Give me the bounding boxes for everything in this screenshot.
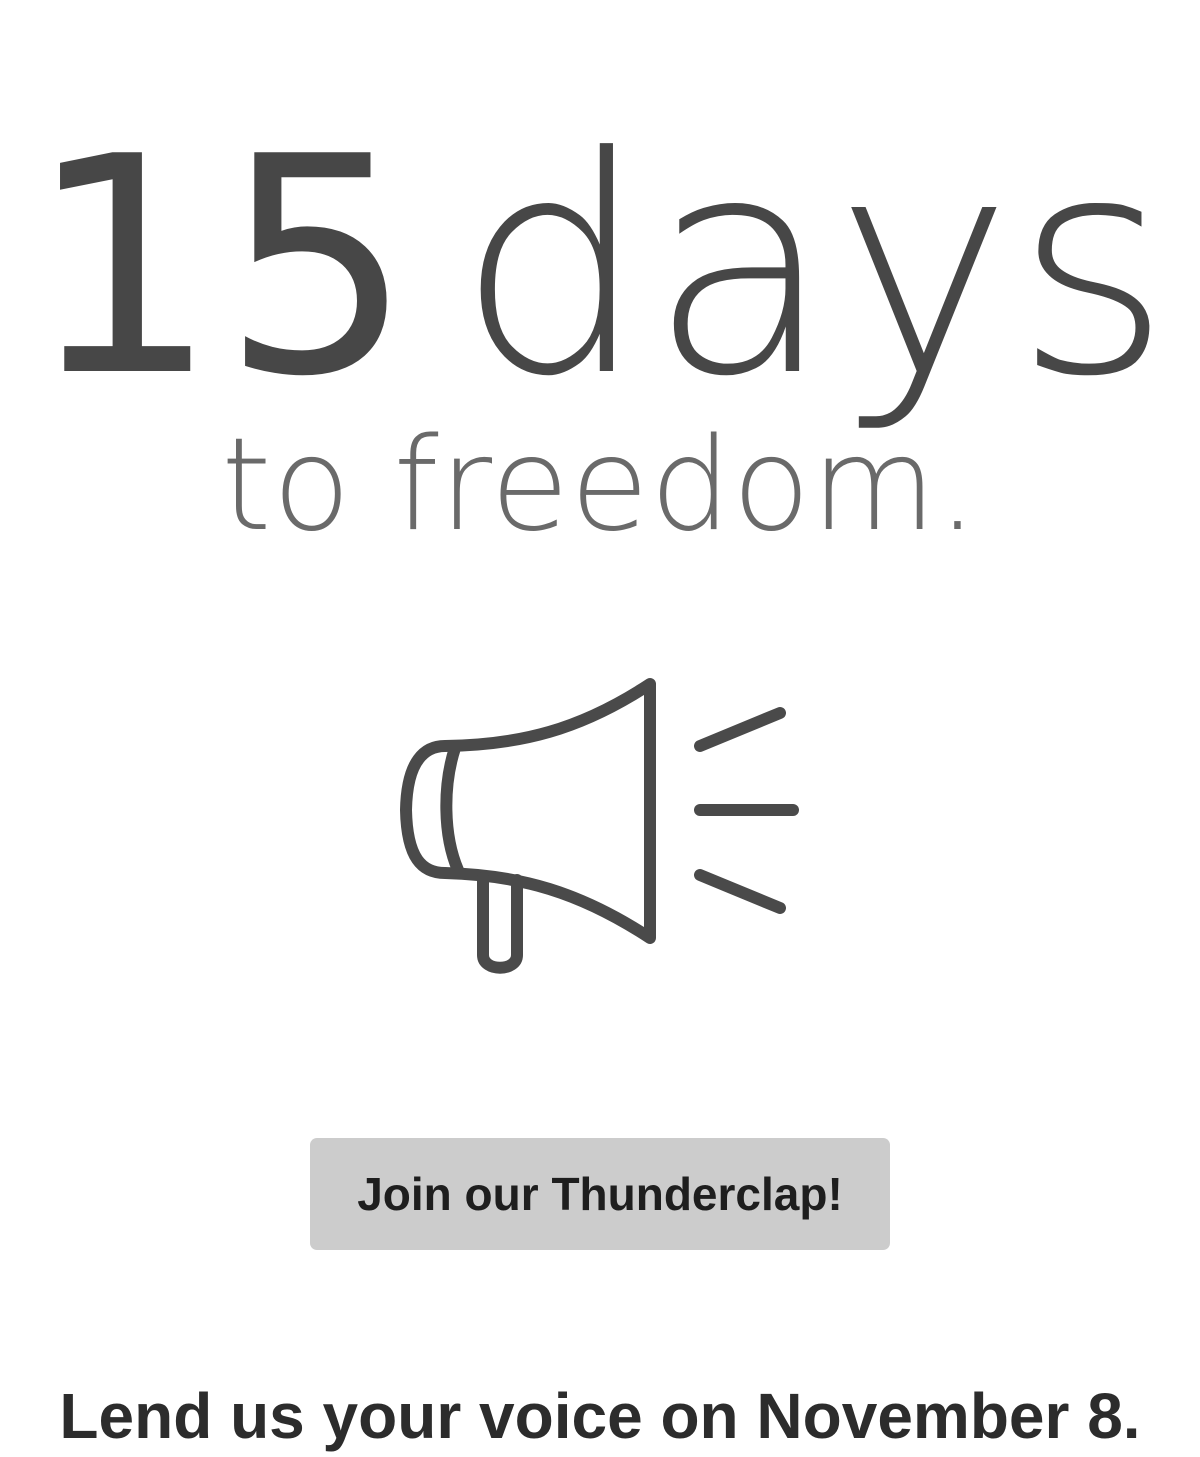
megaphone-icon <box>400 678 799 974</box>
countdown-number: 15 <box>27 93 417 442</box>
countdown-unit: days <box>456 93 1173 442</box>
tagline: Lend us your voice on November 8. <box>59 1380 1141 1452</box>
join-thunderclap-button[interactable]: Join our Thunderclap! <box>310 1138 890 1250</box>
countdown-headline: 15 days <box>0 118 1200 418</box>
countdown-subtitle: to freedom. <box>221 411 979 560</box>
